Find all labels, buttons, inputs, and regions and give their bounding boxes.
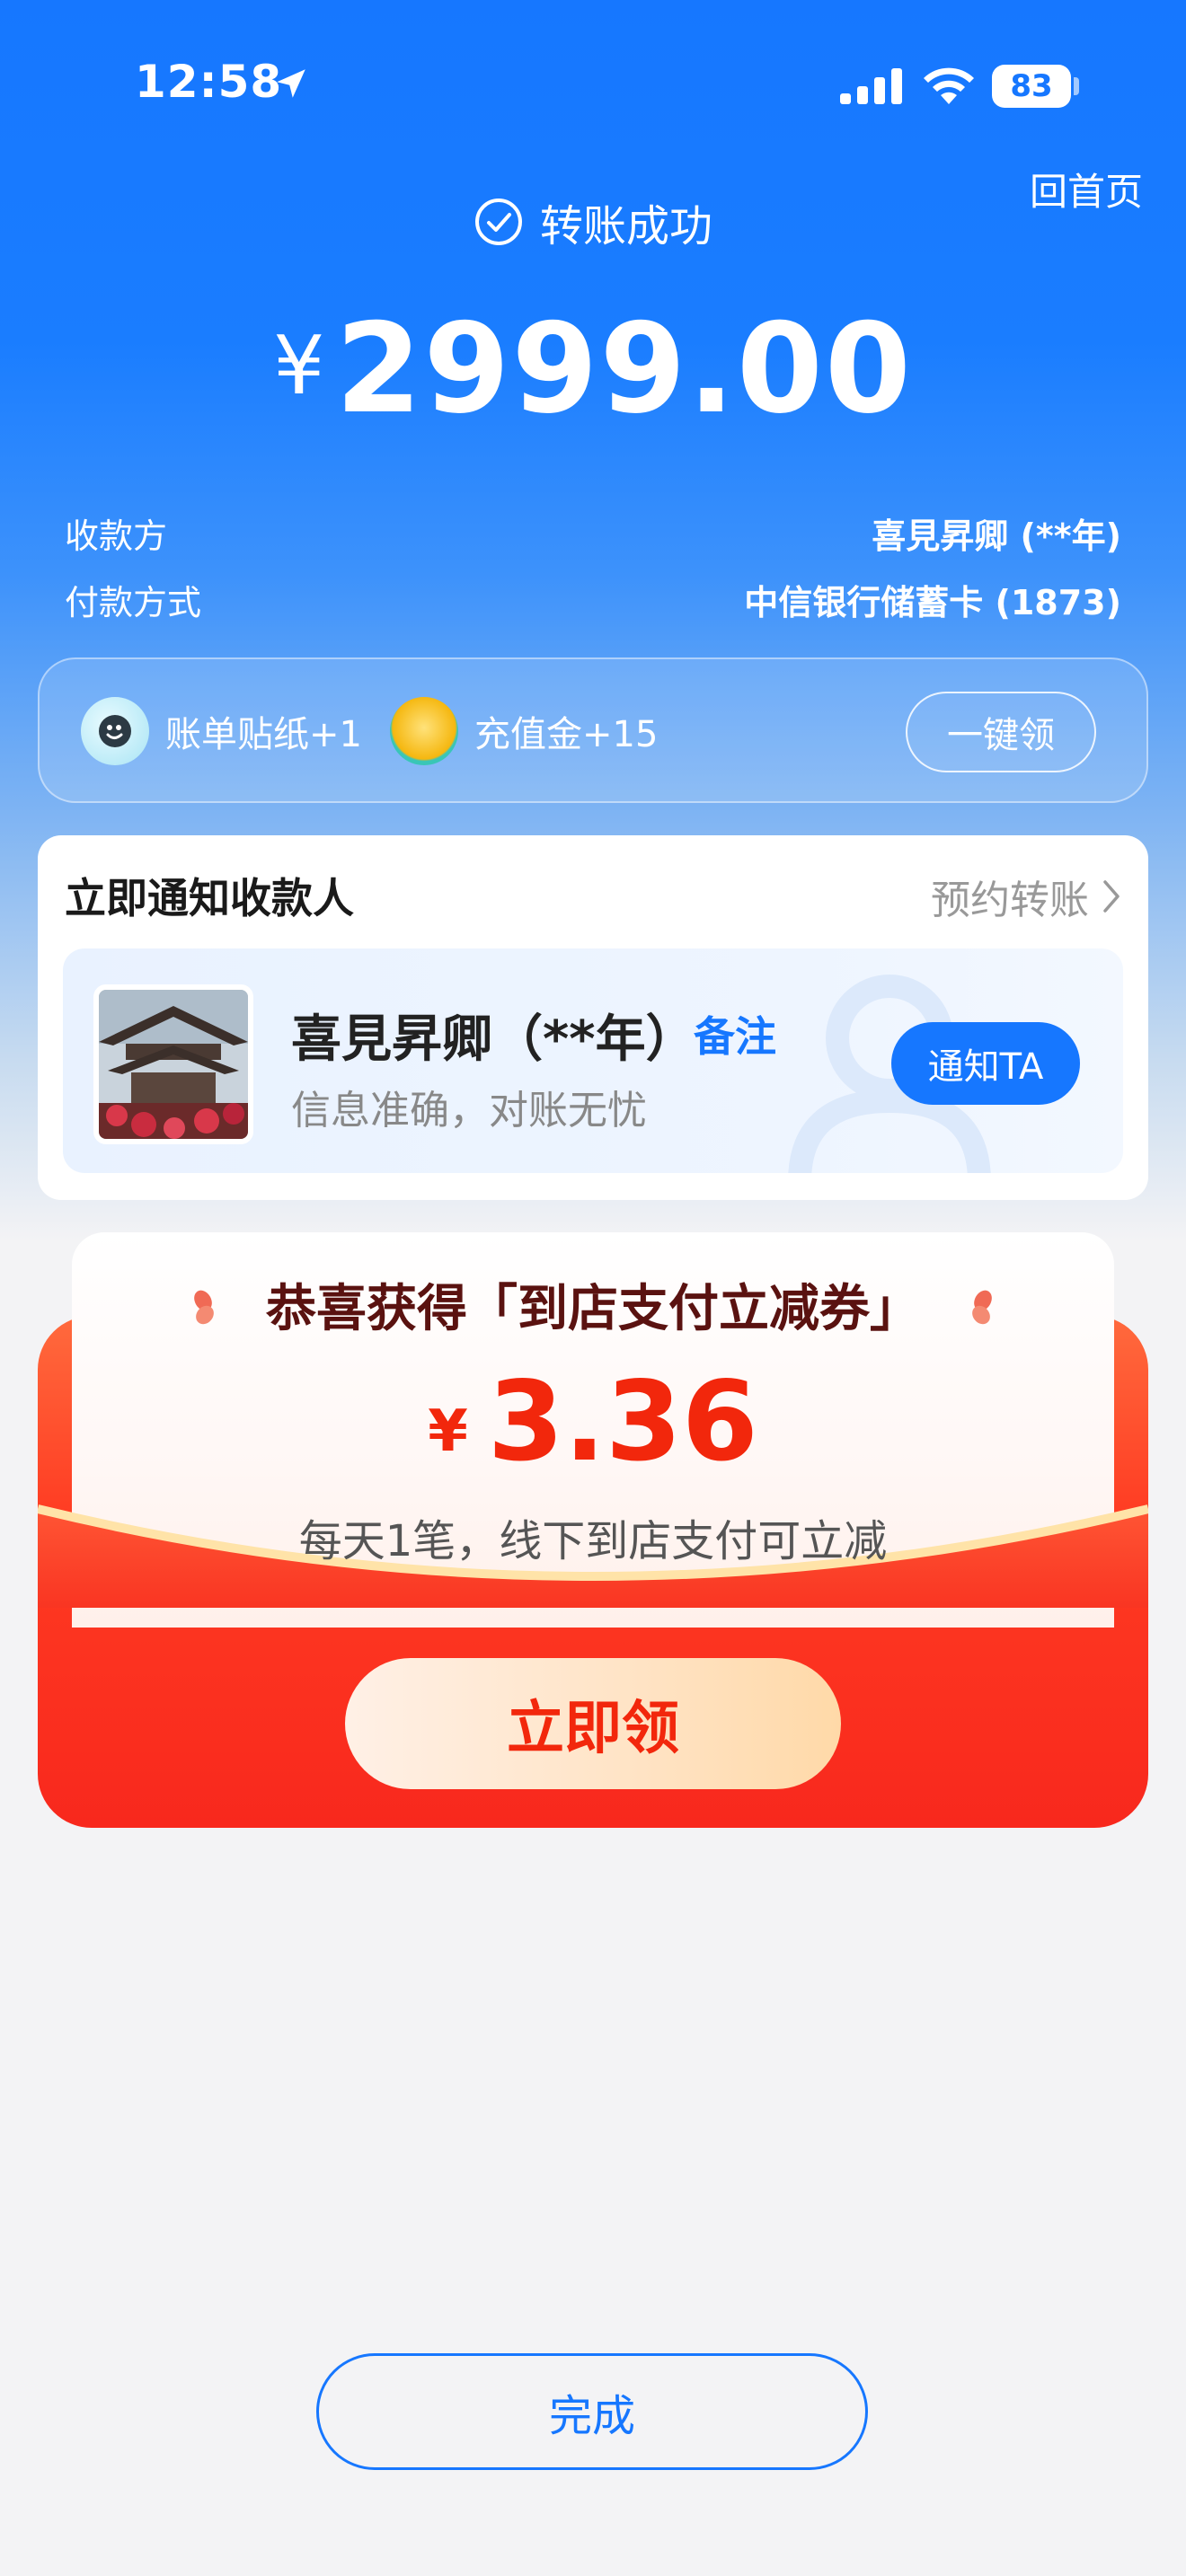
claim-all-button[interactable]: 一键领: [906, 692, 1096, 772]
status-time: 12:58: [135, 56, 283, 108]
coupon-value: 3.36: [487, 1358, 758, 1486]
coin-icon: [390, 697, 458, 765]
check-circle-icon: [474, 198, 522, 245]
remark-link[interactable]: 备注: [694, 1004, 776, 1063]
payee-avatar: [93, 984, 253, 1144]
claim-coupon-button[interactable]: 立即领: [345, 1658, 841, 1789]
amount-currency: ¥: [273, 319, 325, 413]
notify-title: 立即通知收款人: [65, 874, 354, 922]
status-text: 转账成功: [539, 201, 712, 251]
payee-subtitle: 信息准确，对账无忧: [291, 1088, 647, 1134]
battery-level: 83: [1010, 68, 1053, 104]
battery-indicator: 83: [992, 65, 1071, 108]
amount-value: 2999.00: [335, 296, 913, 441]
sticker-icon: [81, 697, 149, 765]
detail-value: 中信银行储蓄卡 (1873): [744, 583, 1121, 622]
reward-label: 充值金+15: [474, 714, 659, 755]
detail-label: 付款方式: [65, 583, 202, 622]
location-arrow-icon: [277, 69, 305, 98]
rewards-banner: 账单贴纸+1 充值金+15 一键领: [38, 657, 1148, 803]
notify-ta-button[interactable]: 通知TA: [891, 1022, 1080, 1105]
transfer-status: 转账成功: [0, 190, 1186, 253]
detail-row-payment-method: 付款方式 中信银行储蓄卡 (1873): [65, 575, 1121, 624]
payee-box: 喜見昇卿（**年） 备注 信息准确，对账无忧 通知TA: [63, 948, 1123, 1173]
payee-name: 喜見昇卿（**年）: [291, 1010, 696, 1069]
temple-image: [99, 990, 248, 1139]
coupon-title: 恭喜获得「到店支付立减券」: [266, 1280, 920, 1338]
detail-value: 喜見昇卿 (**年): [872, 516, 1121, 556]
notify-payee-card: 立即通知收款人 预约转账 喜見昇卿（**年） 备注 信息准确，对账无忧 通知TA: [38, 835, 1148, 1200]
detail-label: 收款方: [65, 516, 168, 556]
reward-item-coin: 充值金+15: [390, 697, 658, 765]
coupon-currency: ¥: [428, 1398, 468, 1465]
schedule-transfer-link[interactable]: 预约转账: [931, 868, 1121, 925]
cellular-signal-icon: [840, 68, 902, 104]
sticker-face: [99, 715, 131, 747]
transfer-amount: ¥2999.00: [0, 296, 1186, 441]
battery-tip: [1074, 77, 1079, 95]
wifi-icon: [924, 67, 974, 104]
reward-label: 账单贴纸+1: [165, 714, 362, 755]
transfer-success-screen: 12:58 83 回首页 转账成功 ¥2999.00 收款方 喜見昇卿 (**年…: [0, 0, 1186, 2576]
coupon-description: 每天1笔，线下到店支付可立减: [298, 1516, 888, 1566]
coupon-amount: ¥3.36: [0, 1358, 1186, 1486]
reward-item-sticker: 账单贴纸+1: [81, 697, 362, 765]
chevron-right-icon: [1103, 880, 1120, 913]
detail-row-payee: 收款方 喜見昇卿 (**年): [65, 508, 1121, 558]
done-button[interactable]: 完成: [316, 2353, 868, 2470]
schedule-label: 预约转账: [931, 878, 1089, 923]
